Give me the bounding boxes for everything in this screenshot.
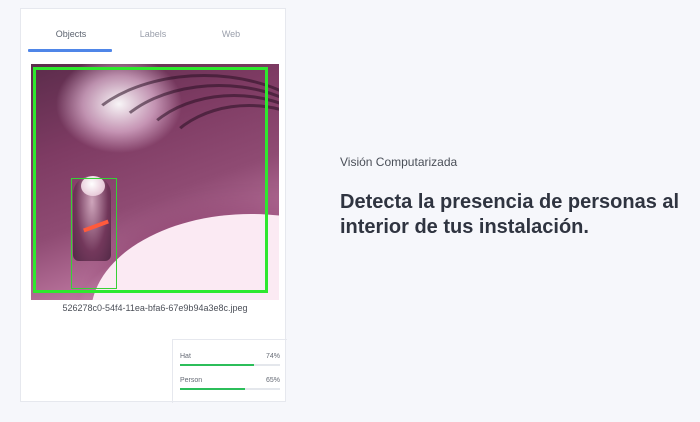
section-subtitle: Visión Computarizada: [340, 155, 458, 169]
analyzed-image: [31, 64, 279, 300]
confidence-label: Person: [180, 377, 203, 384]
confidence-panel: Hat 74% Person 65%: [172, 339, 287, 403]
tab-objects[interactable]: Objects: [41, 29, 101, 39]
confidence-percent: 65%: [265, 377, 280, 384]
active-tab-indicator: [28, 49, 112, 52]
result-tabs: Objects Labels Web: [21, 9, 285, 53]
confidence-bar: [180, 364, 280, 366]
tab-web[interactable]: Web: [201, 29, 261, 39]
section-headline: Detecta la presencia de personas al inte…: [340, 191, 680, 238]
confidence-percent: 74%: [265, 353, 280, 360]
confidence-bar: [180, 388, 280, 390]
confidence-label: Hat: [180, 353, 191, 360]
detection-box-scene: [33, 67, 268, 293]
detection-box-person: [71, 178, 117, 289]
image-filename: 526278c0-54f4-11ea-bfa6-67e9b94a3e8c.jpe…: [62, 303, 248, 313]
vision-result-card: Objects Labels Web 526278c0-54f4-11ea-bf…: [20, 8, 287, 403]
tab-labels[interactable]: Labels: [123, 29, 183, 39]
